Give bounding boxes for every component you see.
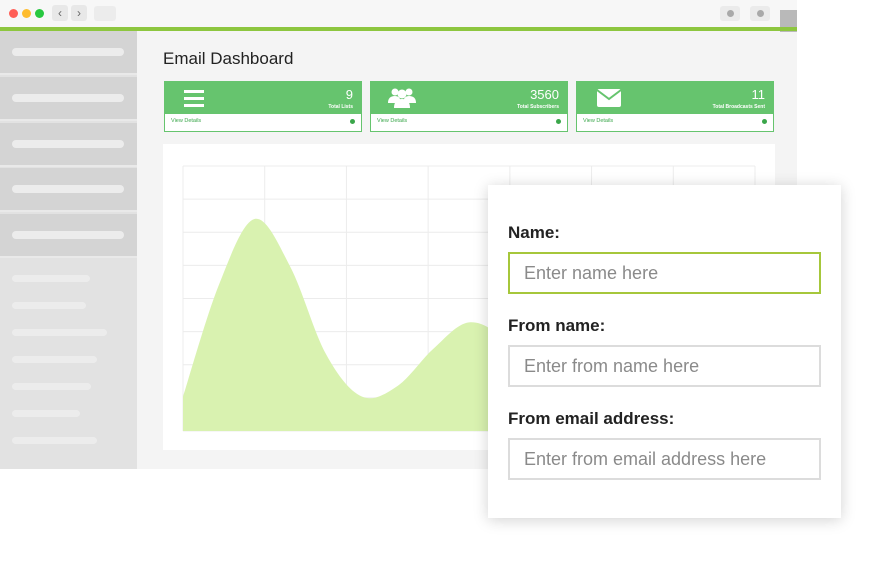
- sidebar-link[interactable]: [12, 329, 107, 336]
- forward-arrow-icon[interactable]: ›: [71, 5, 87, 21]
- stat-label: Total Subscribers: [517, 104, 559, 110]
- stat-card-lists: 9 Total Lists View Details: [164, 81, 362, 132]
- sidebar-link[interactable]: [12, 437, 97, 444]
- list-icon: [184, 90, 204, 107]
- sidebar-item[interactable]: [0, 123, 137, 167]
- sidebar-link[interactable]: [12, 356, 97, 363]
- stat-footer[interactable]: View Details: [577, 114, 773, 131]
- arrow-circle-icon[interactable]: [762, 119, 767, 124]
- from-email-label: From email address:: [508, 409, 675, 428]
- stat-footer[interactable]: View Details: [371, 114, 567, 131]
- close-dot[interactable]: [9, 9, 18, 18]
- from-name-input[interactable]: [508, 345, 821, 387]
- minimize-dot[interactable]: [22, 9, 31, 18]
- sidebar-item[interactable]: [0, 31, 137, 75]
- stat-label: Total Broadcasts Sent: [712, 104, 765, 110]
- maximize-dot[interactable]: [35, 9, 44, 18]
- view-details-link[interactable]: View Details: [377, 118, 407, 124]
- sidebar-item[interactable]: [0, 214, 137, 258]
- view-details-link[interactable]: View Details: [583, 118, 613, 124]
- address-bar[interactable]: [94, 6, 116, 21]
- stat-value: 3560: [530, 87, 559, 102]
- sidebar-link[interactable]: [12, 410, 80, 417]
- sidebar-link[interactable]: [12, 302, 86, 309]
- title-bar: ‹ ›: [0, 0, 797, 27]
- sidebar-item[interactable]: [0, 168, 137, 212]
- view-details-link[interactable]: View Details: [171, 118, 201, 124]
- stat-value: 9: [345, 87, 353, 102]
- envelope-icon: [596, 89, 622, 107]
- window-button-2[interactable]: [750, 6, 770, 21]
- sidebar-link[interactable]: [12, 275, 90, 282]
- from-email-input[interactable]: [508, 438, 821, 480]
- list-settings-form: Name: From name: From email address:: [488, 185, 841, 518]
- stat-card-subscribers: 3560 Total Subscribers View Details: [370, 81, 568, 132]
- arrow-circle-icon[interactable]: [556, 119, 561, 124]
- window-button-1[interactable]: [720, 6, 740, 21]
- back-arrow-icon[interactable]: ‹: [52, 5, 68, 21]
- users-icon: [388, 88, 416, 108]
- stat-label: Total Lists: [328, 104, 353, 110]
- stat-card-broadcasts: 11 Total Broadcasts Sent View Details: [576, 81, 774, 132]
- name-label: Name:: [508, 223, 560, 242]
- name-input[interactable]: [508, 252, 821, 294]
- arrow-circle-icon[interactable]: [350, 119, 355, 124]
- stat-value: 11: [751, 87, 766, 102]
- stat-footer[interactable]: View Details: [165, 114, 361, 131]
- sidebar-item[interactable]: [0, 77, 137, 121]
- from-name-label: From name:: [508, 316, 606, 335]
- sidebar-link[interactable]: [12, 383, 91, 390]
- page-title: Email Dashboard: [163, 49, 294, 68]
- sidebar: [0, 31, 137, 469]
